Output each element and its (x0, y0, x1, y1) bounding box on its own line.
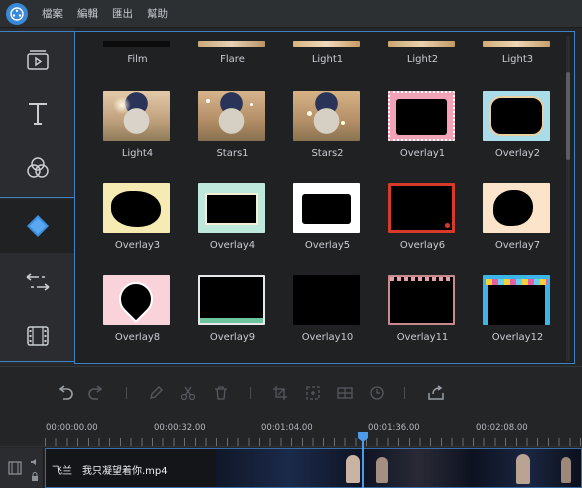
video-editor-window: 檔案 編輯 匯出 幫助 Film Flare Light1 Light2 Lig… (0, 0, 582, 488)
redo-icon (88, 385, 103, 400)
split-screen-button[interactable] (335, 383, 355, 403)
zoom-icon (306, 386, 320, 400)
sidebar-item-overlay[interactable] (0, 199, 75, 253)
sidebar-item-text[interactable] (0, 87, 75, 141)
tick-label: 00:01:36.00 (368, 423, 420, 433)
overlay-item-overlay3[interactable]: Overlay3 (75, 183, 170, 273)
overlay-item-overlay2[interactable]: Overlay2 (455, 91, 550, 181)
overlay-label: Overlay12 (491, 332, 544, 343)
menu-export[interactable]: 匯出 (110, 6, 135, 21)
media-icon (26, 50, 49, 70)
undo-icon (58, 385, 73, 400)
split-screen-icon (337, 387, 353, 399)
sidebar-item-filter[interactable] (0, 141, 75, 195)
scissors-icon (180, 386, 196, 401)
clock-icon (370, 386, 384, 400)
trash-icon (215, 386, 227, 400)
menu-help[interactable]: 幫助 (145, 6, 170, 21)
overlay-item-overlay11[interactable]: Overlay11 (360, 275, 455, 363)
overlay-item-overlay7[interactable]: Overlay7 (455, 183, 550, 273)
film-track-icon (8, 461, 22, 475)
overlay-item-overlay10[interactable]: Overlay10 (265, 275, 360, 363)
overlay-library-panel: Film Flare Light1 Light2 Light3 Light4 S… (74, 31, 575, 364)
sidebar-item-element[interactable] (0, 309, 75, 363)
overlay-grid: Film Flare Light1 Light2 Light3 Light4 S… (75, 32, 565, 363)
delete-button[interactable] (211, 383, 231, 403)
grid-scrollbar-thumb[interactable] (566, 72, 570, 160)
app-logo-icon (6, 2, 28, 25)
overlay-label: Overlay2 (494, 148, 541, 159)
overlay-item-overlay4[interactable]: Overlay4 (170, 183, 265, 273)
overlay-item-overlay6[interactable]: Overlay6 (360, 183, 455, 273)
overlay-item-overlay9[interactable]: Overlay9 (170, 275, 265, 363)
sidebar-item-transition[interactable] (0, 255, 75, 309)
video-track-header (0, 448, 44, 488)
lock-icon[interactable] (30, 472, 40, 482)
clip-title: 飞兰 我只凝望着你.mp4 (52, 466, 168, 477)
overlay-item-overlay8[interactable]: Overlay8 (75, 275, 170, 363)
pen-icon (150, 386, 163, 399)
undo-button[interactable] (55, 383, 75, 403)
tick-label: 00:00:32.00 (154, 423, 206, 433)
menu-edit[interactable]: 編輯 (75, 6, 100, 21)
transition-icon (26, 273, 49, 291)
overlay-item-stars1[interactable]: Stars1 (170, 91, 265, 181)
overlay-item-overlay12[interactable]: Overlay12 (455, 275, 550, 363)
sidebar (0, 28, 75, 364)
edit-button[interactable] (146, 383, 166, 403)
crop-icon (273, 386, 287, 400)
overlay-item-overlay5[interactable]: Overlay5 (265, 183, 360, 273)
overlay-item-overlay1[interactable]: Overlay1 (360, 91, 455, 181)
split-button[interactable] (178, 383, 198, 403)
tick-label: 00:01:04.00 (261, 423, 313, 433)
menubar: 檔案 編輯 匯出 幫助 (0, 0, 582, 28)
ruler-ticks (45, 438, 582, 446)
film-element-icon (26, 326, 49, 346)
crop-button[interactable] (270, 383, 290, 403)
overlay-label: Light3 (501, 54, 534, 65)
zoom-button[interactable] (303, 383, 323, 403)
video-clip[interactable]: 飞兰 我只凝望着你.mp4 (45, 448, 582, 488)
overlay-item-light4[interactable]: Light4 (75, 91, 170, 181)
sidebar-item-media[interactable] (0, 33, 75, 87)
overlay-label: Overlay7 (494, 240, 541, 251)
export-button[interactable] (426, 383, 446, 403)
export-icon (428, 385, 444, 400)
tick-label: 00:02:08.00 (476, 423, 528, 433)
menu-file[interactable]: 檔案 (40, 6, 65, 21)
tick-label: 00:00:00.00 (46, 423, 98, 433)
redo-button[interactable] (86, 383, 106, 403)
duration-button[interactable] (367, 383, 387, 403)
overlay-icon (26, 215, 49, 237)
filter-icon (26, 157, 49, 178)
text-icon (28, 103, 47, 125)
volume-icon[interactable] (30, 458, 40, 466)
grid-scrollbar[interactable] (566, 36, 570, 361)
timeline-ruler[interactable]: 00:00:00.00 00:00:32.00 00:01:04.00 00:0… (0, 419, 582, 447)
overlay-item-stars2[interactable]: Stars2 (265, 91, 360, 181)
edit-toolbar (0, 367, 582, 419)
